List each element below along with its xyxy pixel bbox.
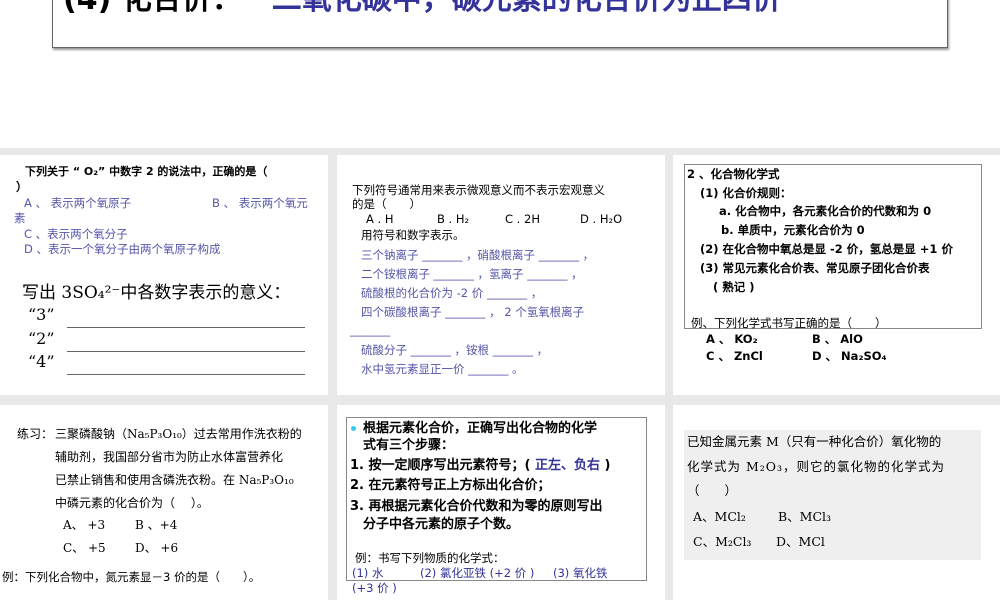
option-b: B 、 表示两个氧元 (212, 196, 308, 210)
option-a: A 、 表示两个氧原子 (24, 196, 132, 210)
step-1-close: ) (604, 458, 611, 473)
option-d: D 、 Na₂SO₄ (812, 349, 887, 363)
exercise-line: 水中氢元素显正一价 _______ 。 (361, 362, 524, 376)
option-b: B 、 AlO (812, 332, 863, 346)
exercise-line: _______ (350, 323, 391, 337)
answer-line (67, 327, 305, 328)
slide-thumbnail-2[interactable]: 下列符号通常用来表示微观意义而不表示宏观意义 的是（ ） A . H B . H… (337, 155, 665, 395)
option-c: C 、表示两个氧分子 (24, 227, 128, 241)
heading: 2 、化合物化学式 (687, 167, 780, 181)
option-c: C、M₂Cl₃ (693, 534, 752, 549)
option-a: A . H (366, 212, 394, 226)
title-emphasis: 二氧化碳中，碳元素的化合价为正四价 (272, 0, 782, 17)
option-d: D、 +6 (135, 541, 179, 555)
instruction: 用符号和数字表示。 (361, 228, 465, 242)
exercise-line: 三聚磷酸钠（Na₅P₃O₁₀）过去常用作洗衣粉的 (55, 427, 302, 441)
question-cont: 的是（ ） (352, 197, 421, 211)
title-prefix: (4) 化合价： (63, 0, 242, 17)
answer-line (67, 351, 305, 352)
prompt: 写出 3SO₄²⁻中各数字表示的意义： (22, 283, 291, 303)
step-3-cont: 分子中各元素的原子个数。 (363, 517, 520, 532)
blank-label: “3” (28, 305, 55, 324)
step-1-text: 1. 按一定顺序写出元素符号；( (350, 458, 531, 473)
question: 下列关于 “ O₂” 中数字 2 的说法中，正确的是（ (25, 165, 268, 178)
question-line: 已知金属元素 M（只有一种化合价）氧化物的 (687, 434, 942, 449)
slide-thumbnail-6[interactable]: 已知金属元素 M（只有一种化合价）氧化物的 化学式为 M₂O₃，则它的氯化物的化… (673, 405, 1000, 600)
answer-line (67, 374, 305, 375)
option-c: C 、 ZnCl (706, 349, 763, 363)
option-d: D、MCl (776, 534, 825, 549)
slide-thumbnail-4[interactable]: 练习： 三聚磷酸钠（Na₅P₃O₁₀）过去常用作洗衣粉的 辅助剂，我国部分省市为… (0, 405, 328, 600)
step-1-highlight: 正左、负右 (534, 458, 600, 473)
exercise-line: 已禁止销售和使用含磷洗衣粉。在 Na₅P₃O₁₀ (55, 473, 294, 487)
option-c: C . 2H (505, 212, 540, 226)
exercise-line: 硫酸分子 _______ ，铵根 _______ ， (361, 343, 549, 357)
slide-thumbnail-5[interactable]: 根据元素化合价，正确写出化合物的化学 式有三个步骤： 1. 按一定顺序写出元素符… (337, 405, 665, 600)
item-2: (2) 氯化亚铁 (+2 价 ) (420, 566, 535, 580)
option-b: B、MCl₃ (778, 509, 832, 524)
question-cont: ） (16, 180, 28, 194)
option-a: A、 +3 (63, 518, 106, 532)
intro-line: 式有三个步骤： (363, 438, 455, 453)
item-3: (3) 氧化铁 (553, 566, 608, 580)
slide-thumbnail-3[interactable]: 2 、化合物化学式 (1) 化合价规则： a. 化合物中，各元素化合价的代数和为… (673, 155, 1000, 395)
step-1: 1. 按一定顺序写出元素符号；( 正左、负右 ) (350, 458, 610, 474)
slide-thumbnail-1[interactable]: 下列关于 “ O₂” 中数字 2 的说法中，正确的是（ ） A 、 表示两个氧原… (0, 155, 328, 395)
step-2: 2. 在元素符号正上方标出化合价； (350, 478, 551, 493)
title-box: (4) 化合价： 二氧化碳中，碳元素的化合价为正四价 (52, 0, 948, 48)
option-a: A、MCl₂ (693, 509, 746, 524)
option-b: B 、+4 (135, 518, 178, 532)
rule-b: b. 单质中，元素化合价为 0 (721, 223, 865, 237)
intro-line: 根据元素化合价，正确写出化合物的化学 (363, 421, 598, 436)
rule-a: a. 化合物中，各元素化合价的代数和为 0 (719, 204, 932, 218)
option-d: D 、表示一个氧分子由两个氧原子构成 (24, 242, 221, 256)
option-b: B . H₂ (437, 212, 470, 226)
question-line: （ ） (687, 483, 738, 498)
example: 例：下列化合物中，氮元素显－3 价的是（ ）。 (2, 570, 261, 584)
rule-3: (3) 常见元素化合价表、常见原子团化合价表 (700, 261, 930, 275)
option-c: C、 +5 (63, 541, 106, 555)
question: 下列符号通常用来表示微观意义而不表示宏观意义 (352, 183, 605, 197)
rule-heading: (1) 化合价规则： (700, 186, 792, 200)
current-slide-area: (4) 化合价： 二氧化碳中，碳元素的化合价为正四价 (0, 0, 1000, 148)
rule-3-note: ( 熟记 ) (713, 280, 755, 294)
exercise-label: 练习： (17, 427, 54, 441)
step-3: 3. 再根据元素化合价代数和为零的原则写出 (350, 499, 603, 514)
option-a: A 、 KO₂ (706, 332, 758, 346)
exercise-line: 二个铵根离子 _______ ，氢离子 _______ ， (361, 267, 583, 281)
example: 例：书写下列物质的化学式： (355, 551, 505, 565)
rule-2: (2) 在化合物中氧总是显 -2 价，氢总是显 +1 价 (700, 242, 953, 256)
blank-label: “2” (28, 329, 55, 348)
option-b-cont: 素 (14, 211, 26, 225)
blank-label: “4” (28, 352, 55, 371)
slide-title: (4) 化合价： 二氧化碳中，碳元素的化合价为正四价 (63, 0, 782, 18)
bullet-icon (351, 426, 356, 431)
exercise-line: 中磷元素的化合价为（ ）。 (55, 496, 209, 510)
example: 例、下列化学式书写正确的是（ ） (691, 316, 887, 330)
exercise-line: 硫酸根的化合价为 -2 价 _______ ， (361, 286, 543, 300)
item-3-cont: (+3 价 ) (352, 581, 397, 595)
exercise-line: 辅助剂，我国部分省市为防止水体富营养化 (55, 450, 284, 464)
question-line: 化学式为 M₂O₃，则它的氯化物的化学式为 (687, 459, 946, 474)
exercise-line: 三个钠离子 _______ ，硝酸根离子 _______ ， (361, 248, 595, 262)
option-d: D . H₂O (580, 212, 623, 226)
exercise-line: 四个碳酸根离子 _______ ， 2 个氢氧根离子 (361, 305, 585, 319)
item-1: (1) 水 (352, 566, 384, 580)
